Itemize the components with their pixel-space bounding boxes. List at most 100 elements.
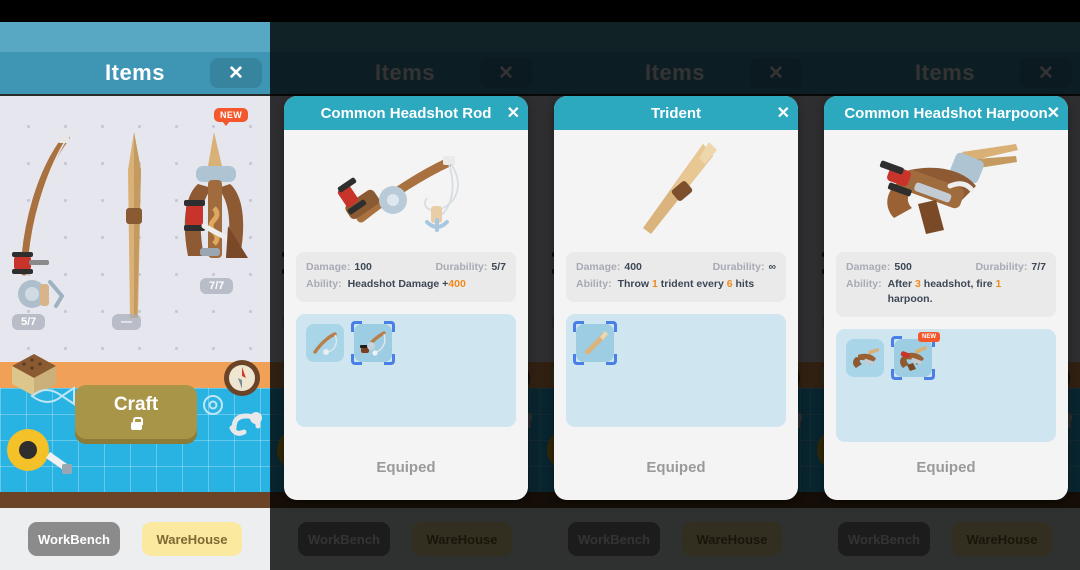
item-artwork [554,130,798,248]
item-card: Trident ✕ Damage: 400 Durability: ∞ Abil… [554,96,798,500]
item-artwork [824,130,1068,248]
durability-value: 7/7 [1031,261,1046,273]
harpoon-durability-chip: 7/7 [200,278,234,294]
item-artwork [284,130,528,248]
close-icon[interactable]: ✕ [777,103,790,123]
ability-label: Ability: [576,278,612,290]
selection-corner [384,321,395,332]
workbench-button[interactable]: WorkBench [28,522,120,556]
equip-status[interactable]: Equiped [284,434,528,500]
new-badge: NEW [918,332,940,342]
panel-bottom-bar: WorkBench WareHouse [540,508,810,570]
close-icon[interactable]: ✕ [507,103,520,123]
durability-value: 5/7 [491,261,506,273]
harpoon-small-icon [850,343,880,373]
inventory-grid [566,314,786,427]
workbench-button[interactable]: WorkBench [298,522,390,556]
ability-text: trident every [657,278,727,290]
item-stats: Damage: 500 Durability: 7/7 Ability: Aft… [836,252,1056,317]
damage-label: Damage: [576,261,621,273]
status-bar [810,0,1080,22]
panel-title: Items [375,60,435,85]
close-icon[interactable]: ✕ [1047,103,1060,123]
fishing-rod-plain-icon [310,328,340,358]
ability-text: harpoon. [887,293,933,305]
craft-button[interactable]: Craft [75,385,197,439]
ability-highlight: 400 [448,278,466,290]
panel-top-band [810,22,1080,52]
rod-durability-chip: 5/7 [12,314,46,330]
close-icon[interactable]: ✕ [1020,58,1072,88]
pegboard: NEW 5/7 — 7/7 [0,96,270,362]
ability-text: Throw [617,278,653,290]
ability-text: headshot, fire [920,278,996,290]
ability-label: Ability: [846,278,882,290]
inventory-grid: NEW [836,329,1056,442]
panel-header: Items ✕ [810,52,1080,94]
damage-label: Damage: [846,261,891,273]
close-icon[interactable]: ✕ [210,58,262,88]
panel-bottom-bar: WorkBench WareHouse [270,508,540,570]
panel-top-band [0,22,270,52]
damage-label: Damage: [306,261,351,273]
item-image [824,130,1068,248]
ability-value: Throw 1 trident every 6 hits [618,277,755,292]
inventory-grid [296,314,516,427]
selection-corner [351,321,362,332]
tool-harpoon-gun[interactable]: NEW [178,108,256,287]
durability-label: Durability: [975,261,1028,273]
ability-text: After [887,278,916,290]
damage-value: 400 [624,261,642,273]
damage-value: 500 [894,261,912,273]
game-screen: Items ✕ NEW 5/7 — 7/7 Craft WorkBench Wa… [0,0,1080,570]
item-image [554,130,798,248]
ability-text: Headshot Damage + [347,278,449,290]
selection-corner [606,321,617,332]
close-icon[interactable]: ✕ [750,58,802,88]
workbench-button[interactable]: WorkBench [568,522,660,556]
panel-title: Items [915,60,975,85]
card-header: Trident ✕ [554,96,798,130]
status-bar [0,0,270,22]
warehouse-button[interactable]: WareHouse [412,522,512,556]
panel-bottom-bar: WorkBench WareHouse [0,508,270,570]
status-bar [270,0,540,22]
selection-corner [573,321,584,332]
inventory-slot-selected[interactable] [351,321,395,365]
workbench-button[interactable]: WorkBench [838,522,930,556]
panel-bottom-bar: WorkBench WareHouse [810,508,1080,570]
card-header: Common Headshot Rod ✕ [284,96,528,130]
ability-value: After 3 headshot, fire 1 harpoon. [888,277,1046,307]
panel-header: Items ✕ [270,52,540,94]
card-title: Common Headshot Rod [320,104,492,122]
item-card: Common Headshot Rod ✕ Damage: 100 Durabi… [284,96,528,500]
ability-highlight: 1 [995,278,1002,290]
tool-fishing-rod[interactable] [10,132,90,327]
ability-value: Headshot Damage +400 [348,277,466,292]
warehouse-button[interactable]: WareHouse [952,522,1052,556]
panel-header: Items ✕ [540,52,810,94]
inventory-slot[interactable] [306,324,344,362]
ability-text: hits [732,278,755,290]
craft-label: Craft [113,394,159,415]
item-stats: Damage: 400 Durability: ∞ Ability: Throw… [566,252,786,302]
ability-label: Ability: [306,278,342,290]
equip-status[interactable]: Equiped [554,434,798,500]
panel-top-band [540,22,810,52]
selection-corner [384,354,395,365]
inventory-slot[interactable] [846,339,884,377]
damage-value: 100 [354,261,372,273]
durability-label: Durability: [435,261,488,273]
inventory-slot-selected[interactable] [573,321,617,365]
status-bar [540,0,810,22]
tool-spear[interactable] [118,130,152,325]
close-icon[interactable]: ✕ [480,58,532,88]
panel-title: Items [645,60,705,85]
equip-status[interactable]: Equiped [824,434,1068,500]
inventory-slot-selected[interactable]: NEW [891,332,940,380]
warehouse-button[interactable]: WareHouse [682,522,782,556]
selection-corner [351,354,362,365]
warehouse-button[interactable]: WareHouse [142,522,242,556]
card-title: Trident [650,104,701,122]
bench-edge [0,492,270,508]
